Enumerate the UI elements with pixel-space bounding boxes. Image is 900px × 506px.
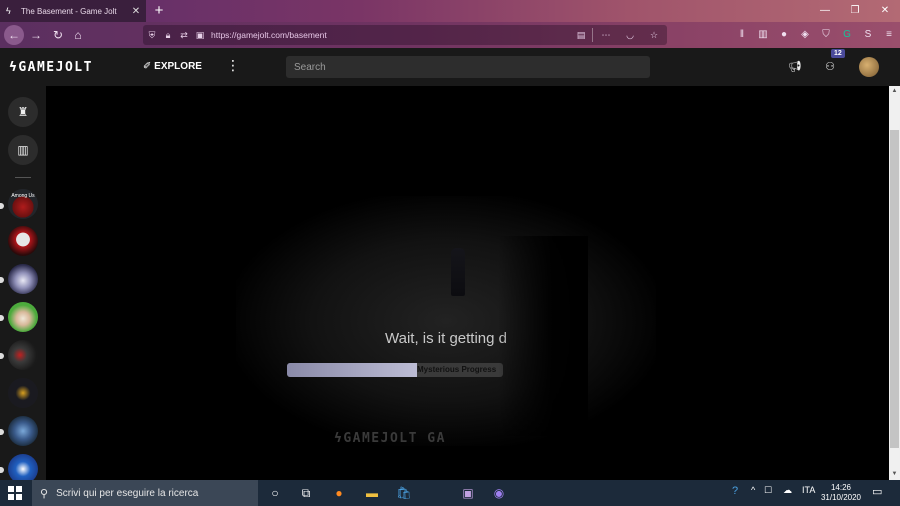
library-grid-icon[interactable]: ▥ bbox=[8, 135, 38, 165]
gamejolt-favicon-icon: ϟ bbox=[6, 5, 11, 16]
shadow-figure-image bbox=[451, 248, 465, 296]
help-icon[interactable]: ? bbox=[732, 485, 738, 497]
network-icon[interactable]: ☐ bbox=[764, 485, 772, 496]
community-avatar-among-us[interactable]: Among Us bbox=[8, 189, 38, 219]
scroll-up-arrow-icon[interactable]: ▲ bbox=[889, 86, 900, 97]
forward-arrow-icon[interactable]: → bbox=[26, 25, 46, 45]
progress-fill bbox=[287, 363, 417, 377]
ublock-shield-icon[interactable]: ⛉ bbox=[819, 28, 833, 42]
sidebar-divider bbox=[15, 177, 31, 178]
community-avatar-6[interactable] bbox=[8, 378, 38, 408]
url-separator bbox=[592, 28, 593, 42]
tab-title: The Basement - Game Jolt bbox=[21, 6, 117, 16]
extension-icon[interactable]: ◈ bbox=[798, 28, 812, 42]
browser-toolbar-icons: ‖ ▥ ● ◈ ⛉ G S ≡ bbox=[735, 25, 896, 45]
library-icon[interactable]: ‖ bbox=[735, 28, 749, 42]
community-avatar-7[interactable] bbox=[8, 416, 38, 446]
new-tab-button[interactable]: + bbox=[150, 2, 168, 20]
browser-tab-strip: ϟ The Basement - Game Jolt ✕ + — ❐ ✕ bbox=[0, 0, 900, 22]
grammarly-icon[interactable]: G bbox=[840, 28, 854, 42]
browser-nav-bar: ← → ↻ ⌂ ⛨ 🔒︎ ⇄ ▣ https://gamejolt.com/ba… bbox=[0, 22, 900, 48]
lock-icon[interactable]: 🔒︎ bbox=[161, 30, 175, 41]
page-scrollbar[interactable]: ▲ ▼ bbox=[889, 86, 900, 480]
bookmark-star-icon[interactable]: ☆ bbox=[647, 30, 661, 41]
megaphone-icon[interactable]: 📢︎ bbox=[787, 60, 803, 73]
darkness-overlay bbox=[498, 236, 588, 436]
community-avatar-2[interactable] bbox=[8, 226, 38, 256]
url-bar[interactable]: ⛨ 🔒︎ ⇄ ▣ https://gamejolt.com/basement ▤… bbox=[143, 25, 667, 45]
hamburger-menu-icon[interactable]: ≡ bbox=[882, 28, 896, 42]
page-actions-icon[interactable]: ⋯ bbox=[599, 30, 613, 41]
account-icon[interactable]: ● bbox=[777, 28, 791, 42]
window-minimize-button[interactable]: — bbox=[810, 0, 840, 22]
unread-indicator bbox=[0, 467, 4, 473]
unread-indicator bbox=[0, 429, 4, 435]
tray-chevron-icon[interactable]: ^ bbox=[751, 485, 755, 495]
clock-time: 14:26 bbox=[830, 483, 852, 492]
unread-indicator bbox=[0, 315, 4, 321]
permissions-icon[interactable]: ⇄ bbox=[177, 30, 191, 41]
file-explorer-icon[interactable]: ▬ bbox=[363, 484, 381, 502]
community-sidebar: ♜ ▥ Among Us bbox=[0, 86, 46, 484]
explore-label: EXPLORE bbox=[154, 61, 202, 72]
windows-start-icon[interactable] bbox=[8, 486, 22, 500]
taskbar-search-placeholder: Scrivi qui per eseguire la ricerca bbox=[56, 487, 199, 499]
action-center-icon[interactable]: ▭ bbox=[872, 485, 882, 498]
home-icon[interactable]: ⌂ bbox=[68, 25, 88, 45]
progress-label: Mysterious Progress bbox=[417, 365, 497, 374]
community-avatar-5[interactable] bbox=[8, 340, 38, 370]
user-avatar[interactable] bbox=[859, 57, 879, 77]
scroll-thumb[interactable] bbox=[890, 130, 899, 448]
window-restore-button[interactable]: ❐ bbox=[840, 0, 870, 22]
pocket-icon[interactable]: ◡ bbox=[623, 30, 637, 41]
explore-icon: ✐ bbox=[143, 61, 152, 72]
unread-indicator bbox=[0, 353, 4, 359]
gamejolt-logo[interactable]: ϟGAMEJOLT bbox=[9, 60, 93, 75]
window-close-button[interactable]: ✕ bbox=[870, 0, 900, 22]
reader-view-icon[interactable]: ▤ bbox=[574, 30, 588, 41]
firefox-icon[interactable]: ● bbox=[330, 484, 348, 502]
unread-indicator bbox=[0, 203, 4, 209]
reload-icon[interactable]: ↻ bbox=[48, 25, 68, 45]
clock-date: 31/10/2020 bbox=[820, 493, 862, 502]
store-icon[interactable]: 🛍︎ bbox=[395, 484, 413, 502]
community-label: Among Us bbox=[11, 193, 35, 199]
sidebar-toggle-icon[interactable]: ▥ bbox=[756, 28, 770, 42]
tracking-shield-icon[interactable]: ⛨ bbox=[145, 30, 159, 41]
gamejolt-header: ϟGAMEJOLT ✐ EXPLORE ⋮ 📢︎ ⚇ 12 bbox=[0, 48, 900, 86]
taskbar-search-box[interactable]: ⚲ Scrivi qui per eseguire la ricerca bbox=[32, 480, 258, 506]
task-view-icon[interactable]: ⧉ bbox=[297, 484, 315, 502]
cortana-circle-icon[interactable]: ○ bbox=[266, 484, 284, 502]
friends-icon[interactable]: ⚇ bbox=[822, 60, 838, 73]
back-arrow-icon[interactable]: ← bbox=[4, 25, 24, 45]
scroll-down-arrow-icon[interactable]: ▼ bbox=[889, 469, 900, 480]
mysterious-progress-bar: Mysterious Progress bbox=[287, 363, 503, 377]
footer-gamejolt-logo: ϟGAMEJOLT GA bbox=[334, 431, 446, 446]
app-notification-icon[interactable]: ▣ bbox=[459, 484, 477, 502]
windows-taskbar: ⚲ Scrivi qui per eseguire la ricerca ○ ⧉… bbox=[0, 480, 900, 506]
search-input[interactable] bbox=[286, 56, 650, 78]
community-avatar-3[interactable] bbox=[8, 264, 38, 294]
spotlight-glow bbox=[236, 196, 656, 446]
magnifier-icon: ⚲ bbox=[40, 487, 49, 500]
community-avatar-4[interactable] bbox=[8, 302, 38, 332]
app-purple-icon[interactable]: ◉ bbox=[490, 484, 508, 502]
explore-button[interactable]: ✐ EXPLORE bbox=[143, 61, 202, 72]
camera-blocked-icon[interactable]: ▣ bbox=[193, 30, 207, 41]
onedrive-icon[interactable]: ☁ bbox=[783, 485, 792, 496]
tab-close-icon[interactable]: ✕ bbox=[130, 6, 142, 17]
joystick-icon[interactable]: ♜ bbox=[8, 97, 38, 127]
unread-indicator bbox=[0, 277, 4, 283]
basement-main-content: Wait, is it getting d Mysterious Progres… bbox=[46, 86, 889, 480]
extension-s-icon[interactable]: S bbox=[861, 28, 875, 42]
notification-count-badge: 12 bbox=[831, 49, 845, 58]
system-clock[interactable]: 14:26 31/10/2020 bbox=[819, 483, 863, 503]
url-text[interactable]: https://gamejolt.com/basement bbox=[207, 30, 572, 40]
browser-tab-active[interactable]: ϟ The Basement - Game Jolt ✕ bbox=[0, 0, 146, 22]
language-indicator[interactable]: ITA bbox=[802, 485, 815, 495]
more-menu-icon[interactable]: ⋮ bbox=[226, 58, 240, 72]
